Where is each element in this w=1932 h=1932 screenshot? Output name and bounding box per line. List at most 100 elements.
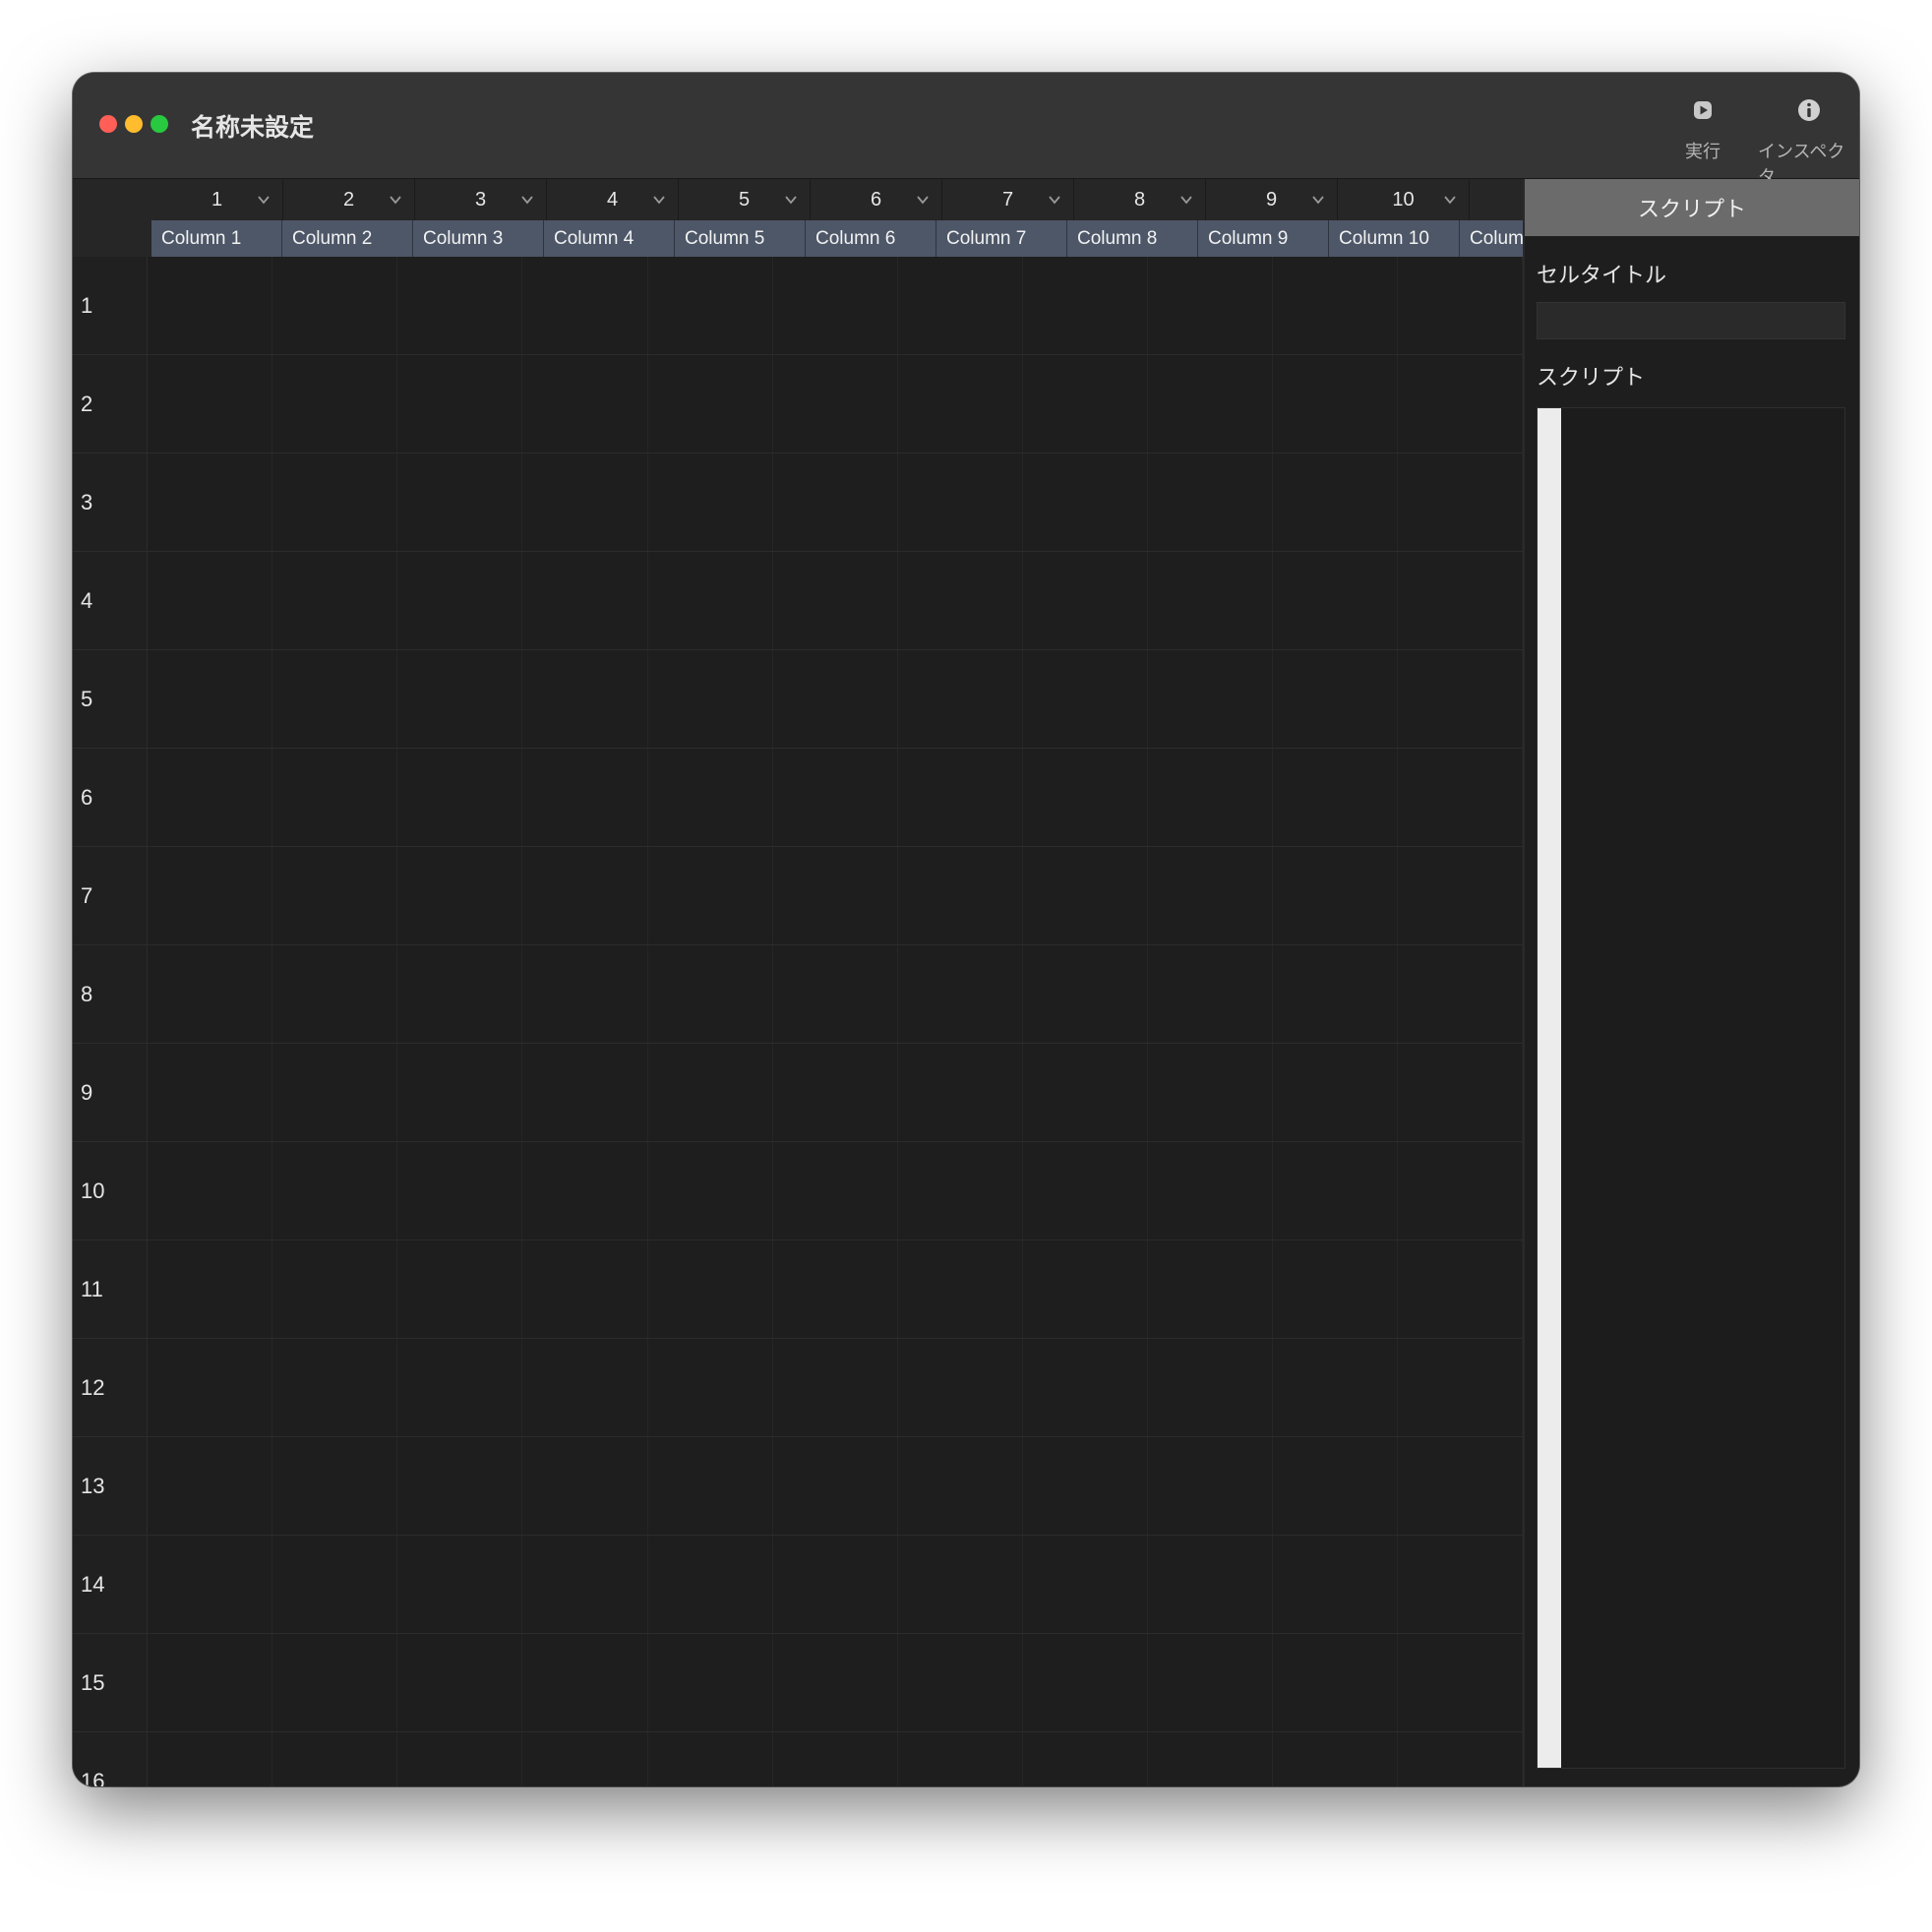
column-number-9[interactable]: 9 [1206, 179, 1338, 220]
grid-cell[interactable] [1272, 1732, 1398, 1786]
grid-cell[interactable] [1272, 650, 1398, 748]
grid-cell[interactable] [897, 552, 1023, 649]
grid-cell[interactable] [897, 749, 1023, 846]
grid-cell[interactable] [647, 1240, 773, 1338]
column-title-7[interactable]: Column 7 [936, 220, 1067, 257]
grid-cell[interactable] [647, 1437, 773, 1535]
grid-cell[interactable] [772, 355, 898, 453]
grid-cell[interactable] [772, 847, 898, 944]
grid-cell[interactable] [148, 650, 273, 748]
grid-cell[interactable] [148, 1044, 273, 1141]
grid-cell[interactable] [897, 453, 1023, 551]
row-number[interactable]: 14 [73, 1536, 149, 1633]
grid-cell[interactable] [1397, 552, 1523, 649]
grid-cell[interactable] [897, 257, 1023, 354]
grid-cell[interactable] [1397, 1437, 1523, 1535]
grid-cell[interactable] [522, 749, 648, 846]
grid-cell[interactable] [897, 1240, 1023, 1338]
grid-cell[interactable] [272, 355, 398, 453]
grid-cell[interactable] [1022, 945, 1148, 1043]
grid-cell[interactable] [148, 355, 273, 453]
grid-cell[interactable] [397, 1536, 523, 1633]
grid-cell[interactable] [272, 945, 398, 1043]
grid-cell[interactable] [1147, 1142, 1273, 1239]
grid-cell[interactable] [397, 945, 523, 1043]
row-number[interactable]: 13 [73, 1437, 149, 1535]
grid-cell[interactable] [1397, 1339, 1523, 1436]
column-title-2[interactable]: Column 2 [282, 220, 413, 257]
grid-cell[interactable] [1147, 1044, 1273, 1141]
grid-cell[interactable] [647, 749, 773, 846]
grid-cell[interactable] [1397, 453, 1523, 551]
grid-cell[interactable] [647, 1634, 773, 1731]
grid-cell[interactable] [772, 1044, 898, 1141]
grid-cell[interactable] [772, 1732, 898, 1786]
maximize-window-button[interactable] [151, 115, 168, 133]
grid-cell[interactable] [397, 453, 523, 551]
grid-cell[interactable] [397, 552, 523, 649]
row-number[interactable]: 4 [73, 552, 149, 649]
grid-cell[interactable] [272, 650, 398, 748]
row-number[interactable]: 8 [73, 945, 149, 1043]
grid-cell[interactable] [148, 257, 273, 354]
grid-cell[interactable] [397, 749, 523, 846]
grid-cell[interactable] [1272, 1634, 1398, 1731]
grid-cell[interactable] [772, 945, 898, 1043]
grid-cell[interactable] [647, 1732, 773, 1786]
grid-cell[interactable] [897, 1044, 1023, 1141]
chevron-down-icon[interactable] [784, 193, 798, 207]
grid-cell[interactable] [1397, 1634, 1523, 1731]
grid-cell[interactable] [1272, 257, 1398, 354]
grid-cell[interactable] [272, 1142, 398, 1239]
grid-cell[interactable] [772, 257, 898, 354]
grid-cell[interactable] [1147, 749, 1273, 846]
grid-cell[interactable] [148, 1142, 273, 1239]
grid-cell[interactable] [1022, 650, 1148, 748]
chevron-down-icon[interactable] [1311, 193, 1325, 207]
grid-cell[interactable] [148, 1437, 273, 1535]
grid-cell[interactable] [1397, 749, 1523, 846]
column-number-3[interactable]: 3 [415, 179, 547, 220]
grid-cell[interactable] [148, 1240, 273, 1338]
grid-cell[interactable] [897, 1339, 1023, 1436]
grid-cell[interactable] [1397, 355, 1523, 453]
grid-cell[interactable] [897, 1732, 1023, 1786]
grid-cell[interactable] [397, 1142, 523, 1239]
grid-cell[interactable] [272, 1536, 398, 1633]
row-number[interactable]: 10 [73, 1142, 149, 1239]
grid-cell[interactable] [522, 1142, 648, 1239]
grid-cell[interactable] [1147, 1240, 1273, 1338]
grid-cell[interactable] [1022, 552, 1148, 649]
grid-cell[interactable] [397, 1339, 523, 1436]
grid-cell[interactable] [1397, 1142, 1523, 1239]
tab-script[interactable]: スクリプト [1525, 179, 1859, 236]
grid-cell[interactable] [1397, 257, 1523, 354]
grid-cell[interactable] [522, 1536, 648, 1633]
grid-cell[interactable] [1397, 945, 1523, 1043]
grid-cell[interactable] [397, 847, 523, 944]
column-number-5[interactable]: 5 [679, 179, 811, 220]
grid-cell[interactable] [272, 1339, 398, 1436]
row-number[interactable]: 3 [73, 453, 149, 551]
grid-cell[interactable] [522, 257, 648, 354]
grid-cell[interactable] [647, 355, 773, 453]
grid-cell[interactable] [772, 650, 898, 748]
row-number[interactable]: 9 [73, 1044, 149, 1141]
row-number[interactable]: 11 [73, 1240, 149, 1338]
grid-cell[interactable] [1272, 749, 1398, 846]
grid-cell[interactable] [272, 847, 398, 944]
grid-cell[interactable] [897, 1142, 1023, 1239]
column-number-10[interactable]: 10 [1338, 179, 1470, 220]
column-title-9[interactable]: Column 9 [1198, 220, 1329, 257]
grid-cell[interactable] [1272, 1536, 1398, 1633]
column-number-1[interactable]: 1 [151, 179, 283, 220]
grid-cell[interactable] [647, 945, 773, 1043]
grid-cell[interactable] [1147, 1339, 1273, 1436]
column-title-3[interactable]: Column 3 [413, 220, 544, 257]
grid-cell[interactable] [397, 355, 523, 453]
grid-cell[interactable] [148, 945, 273, 1043]
grid-cell[interactable] [397, 1240, 523, 1338]
grid-cell[interactable] [272, 1044, 398, 1141]
grid-cell[interactable] [272, 1732, 398, 1786]
grid-cell[interactable] [272, 749, 398, 846]
